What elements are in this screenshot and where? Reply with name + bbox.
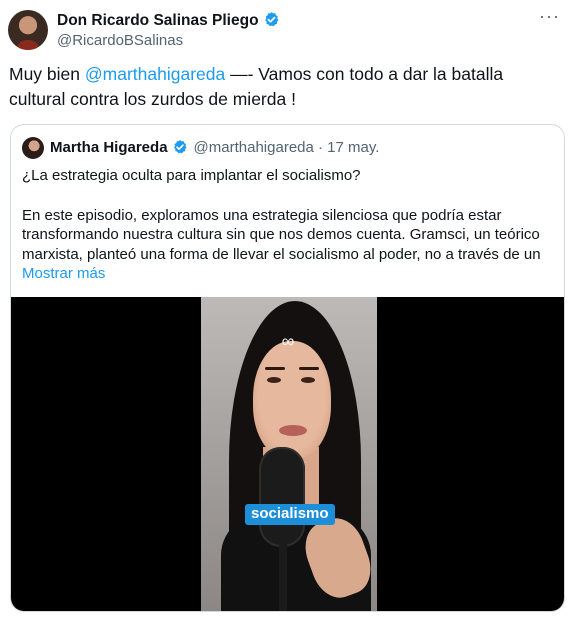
author-name-row[interactable]: Don Ricardo Salinas Pliego bbox=[57, 11, 280, 33]
tweet-mention-link[interactable]: @marthahigareda bbox=[85, 64, 225, 84]
brow-right bbox=[299, 367, 319, 370]
quoted-author-avatar[interactable] bbox=[22, 137, 44, 159]
brow-left bbox=[265, 367, 285, 370]
microphone-stand bbox=[279, 542, 287, 611]
quoted-author-row[interactable]: Martha Higareda @marthahigareda · 17 may. bbox=[50, 139, 379, 159]
video-person-face bbox=[253, 341, 331, 459]
video-media[interactable]: ∞ socialismo bbox=[11, 297, 564, 611]
verified-badge-icon bbox=[263, 11, 280, 33]
video-caption: socialismo bbox=[245, 504, 335, 525]
verified-badge-icon bbox=[172, 139, 188, 159]
video-logo-icon: ∞ bbox=[281, 331, 295, 351]
tweet-text-prefix: Muy bien bbox=[9, 64, 85, 84]
quoted-handle-date[interactable]: @marthahigareda · 17 may. bbox=[194, 139, 380, 156]
microphone bbox=[259, 447, 305, 547]
quoted-tweet-card[interactable]: Martha Higareda @marthahigareda · 17 may.… bbox=[10, 124, 565, 612]
eye-left bbox=[267, 377, 281, 383]
quoted-line-1: ¿La estrategia oculta para implantar el … bbox=[22, 167, 361, 184]
lips bbox=[279, 425, 307, 436]
video-frame[interactable]: ∞ socialismo bbox=[201, 297, 377, 611]
quoted-paragraph-2: En este episodio, exploramos una estrate… bbox=[22, 206, 541, 263]
author-handle[interactable]: @RicardoBSalinas bbox=[57, 32, 183, 49]
show-more-link[interactable]: Mostrar más bbox=[22, 264, 557, 284]
tweet-text: Muy bien @marthahigareda —- Vamos con to… bbox=[9, 62, 561, 112]
more-icon[interactable]: ··· bbox=[539, 6, 560, 27]
eye-right bbox=[301, 377, 315, 383]
author-avatar[interactable] bbox=[8, 10, 48, 50]
author-name[interactable]: Don Ricardo Salinas Pliego bbox=[57, 12, 259, 29]
quoted-tweet-body: ¿La estrategia oculta para implantar el … bbox=[22, 166, 557, 284]
quoted-author-name[interactable]: Martha Higareda bbox=[50, 139, 168, 156]
